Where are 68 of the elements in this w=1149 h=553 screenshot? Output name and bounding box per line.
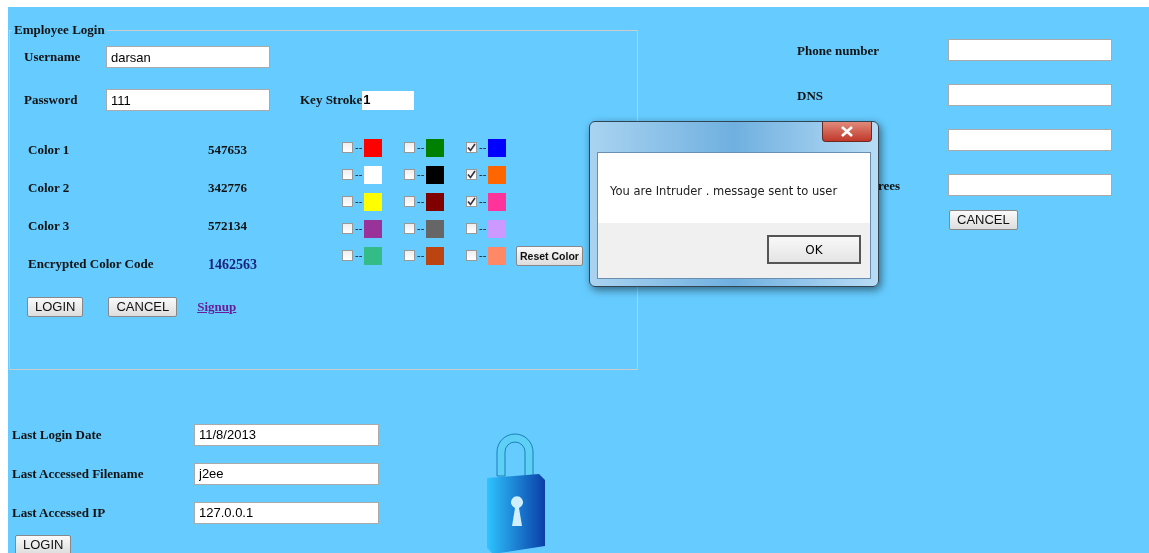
- checkbox[interactable]: [342, 223, 353, 234]
- separator-text: --: [355, 140, 363, 156]
- field-label: Key Stroke: [300, 91, 363, 110]
- field-label: Phone number: [797, 42, 879, 58]
- checkbox[interactable]: [342, 142, 353, 153]
- ok-button[interactable]: OK: [767, 235, 861, 264]
- separator-text: --: [479, 248, 487, 264]
- separator-text: --: [355, 221, 363, 237]
- input-field[interactable]: 127.0.0.1: [194, 501, 379, 524]
- checkbox[interactable]: [466, 196, 477, 207]
- checkbox[interactable]: [466, 223, 477, 234]
- color-label: Color 1: [28, 141, 71, 160]
- cancel-button[interactable]: CANCEL: [949, 210, 1018, 230]
- field-label: Last Accessed Filename: [12, 464, 145, 483]
- checkbox[interactable]: [404, 223, 415, 234]
- input-field[interactable]: [948, 128, 1112, 151]
- password-field[interactable]: 111: [106, 89, 270, 111]
- color-label: Color 3: [28, 217, 71, 236]
- separator-text: --: [479, 194, 487, 210]
- color-code: 572134: [208, 217, 247, 236]
- dialog-message: You are Intruder . message sent to user: [610, 183, 838, 200]
- checkbox[interactable]: [404, 169, 415, 180]
- checkbox[interactable]: [466, 142, 477, 153]
- color-code: 1462563: [208, 255, 257, 274]
- checkbox[interactable]: [404, 196, 415, 207]
- username-field[interactable]: darsan: [106, 46, 270, 68]
- color-code: 547653: [208, 141, 247, 160]
- close-button[interactable]: [822, 122, 872, 142]
- close-icon: [841, 126, 853, 137]
- checkbox[interactable]: [404, 250, 415, 261]
- reset-colors-button[interactable]: Reset Color: [516, 245, 583, 266]
- login-button[interactable]: LOGIN: [27, 297, 84, 317]
- checkbox[interactable]: [342, 169, 353, 180]
- field-label: Last Login Date: [12, 425, 103, 444]
- input-field[interactable]: [948, 173, 1112, 196]
- separator-text: --: [355, 194, 363, 210]
- key-stroke-field[interactable]: 1: [362, 90, 415, 110]
- signup-link[interactable]: Signup: [197, 297, 237, 317]
- legend-title: Employee Login: [13, 23, 106, 37]
- separator-text: --: [417, 248, 425, 264]
- color-label: Encrypted Color Code: [28, 255, 155, 274]
- separator-text: --: [417, 194, 425, 210]
- input-field[interactable]: [948, 38, 1112, 61]
- checkbox[interactable]: [342, 250, 353, 261]
- field-label: Password: [24, 91, 79, 110]
- field-label: Username: [24, 48, 82, 67]
- separator-text: --: [355, 248, 363, 264]
- color-label: Color 2: [28, 179, 71, 198]
- field-label: rees: [878, 177, 901, 193]
- input-field[interactable]: [948, 83, 1112, 106]
- separator-text: --: [479, 167, 487, 183]
- separator-text: --: [417, 167, 425, 183]
- separator-text: --: [479, 221, 487, 237]
- input-field[interactable]: 11/8/2013: [194, 423, 379, 446]
- cancel-button[interactable]: CANCEL: [108, 297, 178, 317]
- checkbox[interactable]: [466, 169, 477, 180]
- field-label: DNS: [797, 87, 823, 103]
- separator-text: --: [479, 140, 487, 156]
- separator-text: --: [417, 140, 425, 156]
- checkbox[interactable]: [342, 196, 353, 207]
- login-button[interactable]: LOGIN: [15, 535, 72, 553]
- checkbox[interactable]: [404, 142, 415, 153]
- separator-text: --: [417, 221, 425, 237]
- input-field[interactable]: j2ee: [194, 462, 379, 485]
- field-label: Last Accessed IP: [12, 503, 107, 522]
- checkbox[interactable]: [466, 250, 477, 261]
- color-code: 342776: [208, 179, 247, 198]
- separator-text: --: [355, 167, 363, 183]
